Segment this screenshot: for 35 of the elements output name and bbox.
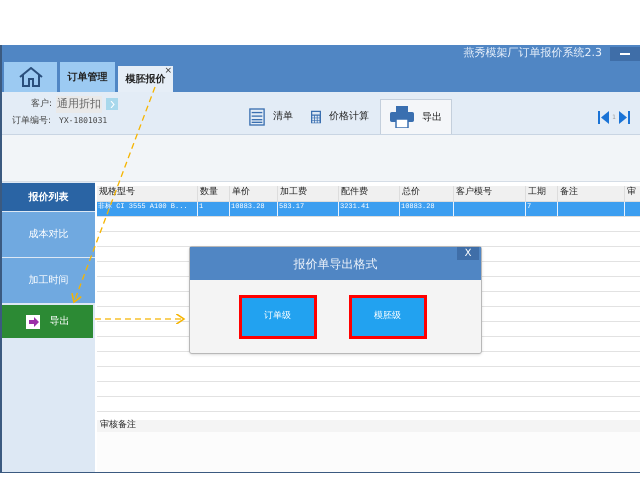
tab[interactable]: 订单管理 bbox=[60, 62, 115, 92]
minimize-icon bbox=[620, 52, 630, 54]
column-header[interactable]: 备注 bbox=[558, 186, 625, 201]
tab[interactable]: 模胚报价 × bbox=[118, 66, 173, 92]
customer-field[interactable]: 通用折扣 bbox=[56, 96, 102, 112]
toolbar-tab[interactable]: 清单 bbox=[240, 99, 302, 134]
toolbar-tab[interactable]: 导出 bbox=[380, 99, 452, 134]
column-header[interactable]: 单价 bbox=[230, 186, 278, 201]
chevron-right-icon bbox=[110, 100, 114, 108]
order-number: YX-1801031 bbox=[59, 115, 108, 128]
list-icon bbox=[249, 106, 265, 126]
order-number-label: 订单编号: bbox=[12, 114, 52, 128]
sidebar-item[interactable]: 导出 bbox=[2, 305, 93, 338]
home-icon bbox=[18, 67, 42, 87]
last-page-icon[interactable] bbox=[619, 111, 630, 124]
column-header[interactable]: 客户模号 bbox=[454, 186, 526, 201]
close-button[interactable]: X bbox=[457, 247, 479, 260]
minimize-button[interactable] bbox=[610, 46, 640, 60]
review-notes-label: 审核备注 bbox=[99, 419, 136, 432]
first-page-icon[interactable] bbox=[598, 111, 610, 124]
dialog-title: 报价单导出格式 bbox=[294, 256, 378, 272]
column-header[interactable]: 工期 bbox=[526, 186, 558, 201]
toolbar-tab[interactable]: 价格计算 bbox=[302, 99, 378, 134]
home-tab[interactable] bbox=[4, 62, 57, 92]
column-header[interactable]: 总价 bbox=[400, 186, 454, 201]
export-arrow-icon bbox=[26, 314, 40, 328]
window-title: 燕秀模架厂订单报价系统2.3 bbox=[464, 45, 602, 62]
printer-icon bbox=[390, 106, 414, 128]
sidebar-item[interactable]: 报价列表 bbox=[2, 183, 95, 211]
column-header[interactable]: 加工费 bbox=[278, 186, 339, 201]
customer-label: 客户: bbox=[30, 98, 52, 110]
column-header[interactable]: 数量 bbox=[198, 186, 230, 201]
column-header[interactable]: 配件费 bbox=[339, 186, 400, 201]
column-header[interactable]: 审 bbox=[625, 186, 640, 201]
close-tab-button[interactable]: × bbox=[164, 67, 172, 76]
